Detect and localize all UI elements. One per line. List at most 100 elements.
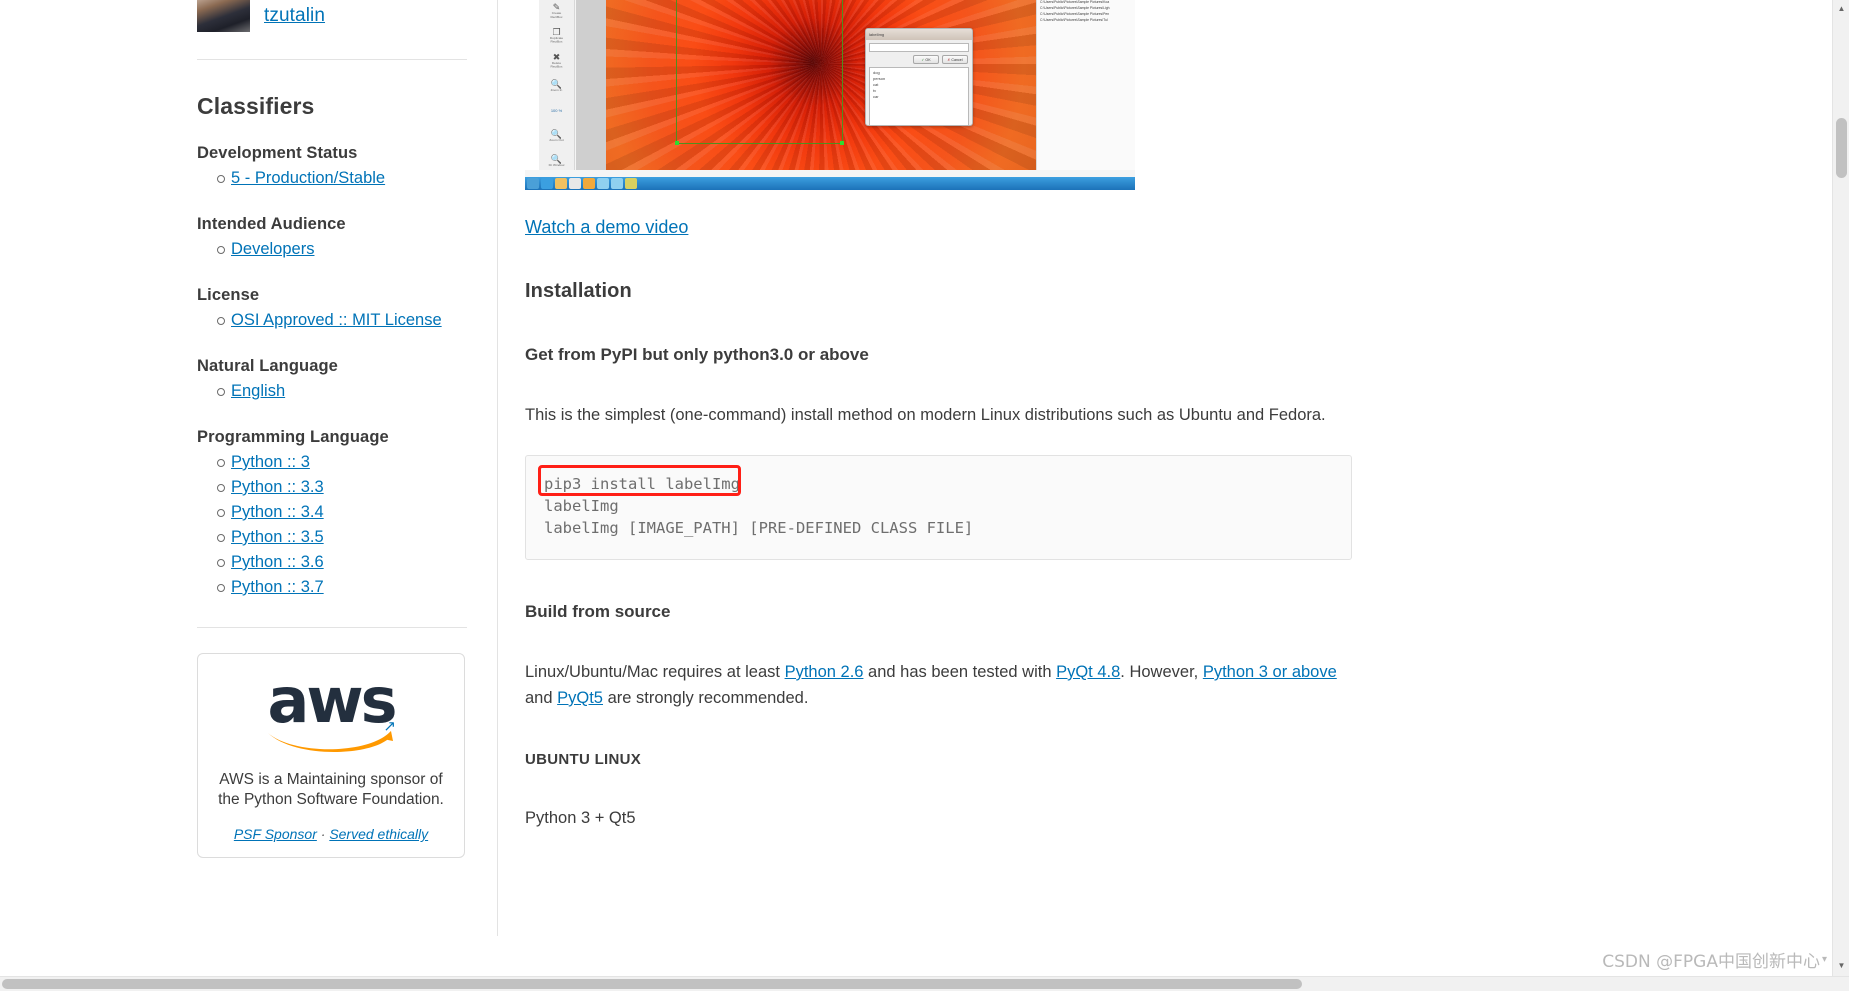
dialog-title: labelImg: [869, 32, 885, 37]
scroll-down-icon[interactable]: ▼: [1833, 957, 1849, 974]
list-item[interactable]: Developers: [217, 237, 467, 262]
classifier-link[interactable]: 5 - Production/Stable: [231, 169, 385, 187]
build-text-4: and: [525, 689, 558, 707]
screenshot-canvas-gutter: [576, 0, 606, 170]
pypi-heading: Get from PyPI but only python3.0 or abov…: [525, 345, 869, 364]
file-list-panel: File List C:\Users\Public\Pictures\Sampl…: [1036, 0, 1135, 170]
author-row[interactable]: tzutalin: [197, 0, 467, 32]
toolbar-delete-rectbox-icon: ✖ Delete RectBox: [550, 52, 563, 69]
windows-taskbar: [525, 177, 1135, 190]
taskbar-skype-icon: [597, 178, 609, 189]
list-item[interactable]: Python :: 3: [217, 450, 467, 475]
list-item[interactable]: Python :: 3.5: [217, 525, 467, 550]
demo-screenshot: ❐Save ✎CreateRectBox ❐DuplicateRectBox ✖…: [525, 0, 1135, 190]
python-3-or-above-link[interactable]: Python 3 or above: [1203, 663, 1337, 681]
installation-heading: Installation: [525, 280, 632, 302]
install-code-text: pip3 install labelImg labelImg labelImg …: [544, 475, 974, 537]
classifier-group-list: OSI Approved :: MIT License: [197, 308, 467, 333]
served-ethically-link[interactable]: Served ethically: [329, 826, 428, 842]
aws-wordmark: aws: [267, 664, 397, 737]
pyqt5-link[interactable]: PyQt5: [557, 689, 603, 707]
dialog-cancel-button: ✗ Cancel: [942, 55, 968, 64]
dialog-buttons: ✓ OK ✗ Cancel: [866, 55, 972, 64]
classifier-link[interactable]: Python :: 3.6: [231, 553, 324, 571]
list-item[interactable]: English: [217, 379, 467, 404]
labelimg-toolbar: ❐Save ✎CreateRectBox ❐DuplicateRectBox ✖…: [539, 0, 575, 190]
classifiers-heading: Classifiers: [197, 93, 315, 119]
sponsor-links: PSF Sponsor · Served ethically: [216, 826, 446, 842]
classifier-group-list: Developers: [197, 237, 467, 262]
toolbar-duplicate-rectbox-icon: ❐ Duplicate RectBox: [549, 27, 564, 44]
scroll-up-icon[interactable]: ▲: [1833, 0, 1849, 17]
taskbar-chrome-icon: [569, 178, 581, 189]
list-item[interactable]: OSI Approved :: MIT License: [217, 308, 467, 333]
ubuntu-paragraph: Python 3 + Qt5: [525, 809, 636, 827]
page-root: tzutalin Classifiers Development Status …: [0, 0, 1849, 991]
classifier-link[interactable]: Python :: 3.4: [231, 503, 324, 521]
divider: [197, 59, 467, 60]
toolbar-zoom-value: 100 %: [550, 108, 563, 114]
taskbar-app-icon: [625, 178, 637, 189]
classifier-group-list: Python :: 3 Python :: 3.3 Python :: 3.4 …: [197, 450, 467, 600]
column-divider: [497, 0, 498, 936]
sponsor-separator: ·: [320, 826, 326, 842]
build-text-2: and has been tested with: [863, 663, 1057, 681]
classifier-group-title: Natural Language: [197, 357, 338, 375]
aws-smile-icon: [265, 727, 397, 757]
build-text-3: . However,: [1120, 663, 1203, 681]
watch-demo-video-link[interactable]: Watch a demo video: [525, 217, 688, 238]
horizontal-scrollbar-thumb[interactable]: [2, 979, 1302, 989]
taskbar-start-icon: [527, 178, 539, 189]
bounding-box: [675, 0, 844, 145]
horizontal-scrollbar[interactable]: [0, 976, 1849, 991]
python-26-link[interactable]: Python 2.6: [785, 663, 864, 681]
author-link[interactable]: tzutalin: [264, 5, 325, 27]
classifier-link[interactable]: Python :: 3.3: [231, 478, 324, 496]
toolbar-fit-window-icon: 🔍 Fit Window: [548, 153, 565, 167]
taskbar-explorer-icon: [555, 178, 567, 189]
build-from-source-heading: Build from source: [525, 602, 671, 621]
classifier-group-title: Programming Language: [197, 428, 389, 446]
sponsor-card[interactable]: aws ↗︎ AWS is a Maintaining sponsor of t…: [197, 653, 465, 858]
list-item[interactable]: 5 - Production/Stable: [217, 166, 467, 191]
classifier-group-title: License: [197, 286, 260, 304]
build-paragraph: Linux/Ubuntu/Mac requires at least Pytho…: [525, 659, 1355, 711]
watermark-caret-icon: ▾: [1821, 954, 1827, 965]
install-code-block[interactable]: pip3 install labelImg labelImg labelImg …: [525, 455, 1352, 560]
classifier-link[interactable]: English: [231, 382, 285, 400]
divider: [197, 627, 467, 628]
classifier-link[interactable]: Python :: 3: [231, 453, 310, 471]
aws-logo: aws ↗︎: [216, 664, 446, 757]
classifier-link[interactable]: OSI Approved :: MIT License: [231, 311, 442, 329]
dialog-ok-button: ✓ OK: [913, 55, 939, 64]
classifier-link[interactable]: Developers: [231, 240, 314, 258]
dialog-label-input: [869, 43, 969, 52]
sponsor-description: AWS is a Maintaining sponsor of the Pyth…: [218, 771, 444, 808]
sidebar: tzutalin Classifiers Development Status …: [197, 0, 467, 858]
list-item[interactable]: Python :: 3.6: [217, 550, 467, 575]
vertical-scrollbar-thumb[interactable]: [1836, 118, 1847, 178]
dialog-titlebar: labelImg: [866, 29, 972, 40]
build-text-5: are strongly recommended.: [602, 689, 809, 707]
vertical-scrollbar[interactable]: ▲ ▼: [1832, 0, 1849, 991]
watermark-text: CSDN @FPGA中国创新中心: [1602, 952, 1820, 972]
external-link-icon: ↗︎: [383, 718, 396, 735]
pyqt-48-link[interactable]: PyQt 4.8: [1056, 663, 1120, 681]
dialog-label-options: dog person cat tv car: [869, 67, 969, 125]
taskbar-ie-icon: [541, 178, 553, 189]
toolbar-zoom-in-icon: 🔍 Zoom In: [550, 78, 563, 92]
screenshot-left-margin: [525, 0, 539, 170]
classifier-group-list: 5 - Production/Stable: [197, 166, 467, 191]
main-content: ❐Save ✎CreateRectBox ❐DuplicateRectBox ✖…: [525, 0, 1355, 831]
classifier-link[interactable]: Python :: 3.7: [231, 578, 324, 596]
list-item[interactable]: Python :: 3.4: [217, 500, 467, 525]
csdn-watermark: CSDN @FPGA中国创新中心 ▾: [1602, 947, 1827, 972]
classifier-link[interactable]: Python :: 3.5: [231, 528, 324, 546]
pypi-paragraph: This is the simplest (one-command) insta…: [525, 406, 1326, 424]
list-item[interactable]: Python :: 3.7: [217, 575, 467, 600]
classifier-group-title: Intended Audience: [197, 215, 346, 233]
psf-sponsor-link[interactable]: PSF Sponsor: [234, 826, 317, 842]
taskbar-outlook-icon: [583, 178, 595, 189]
list-item[interactable]: Python :: 3.3: [217, 475, 467, 500]
file-list-item: C:\Users\Public\Pictures\Sample Pictures…: [1040, 18, 1108, 22]
